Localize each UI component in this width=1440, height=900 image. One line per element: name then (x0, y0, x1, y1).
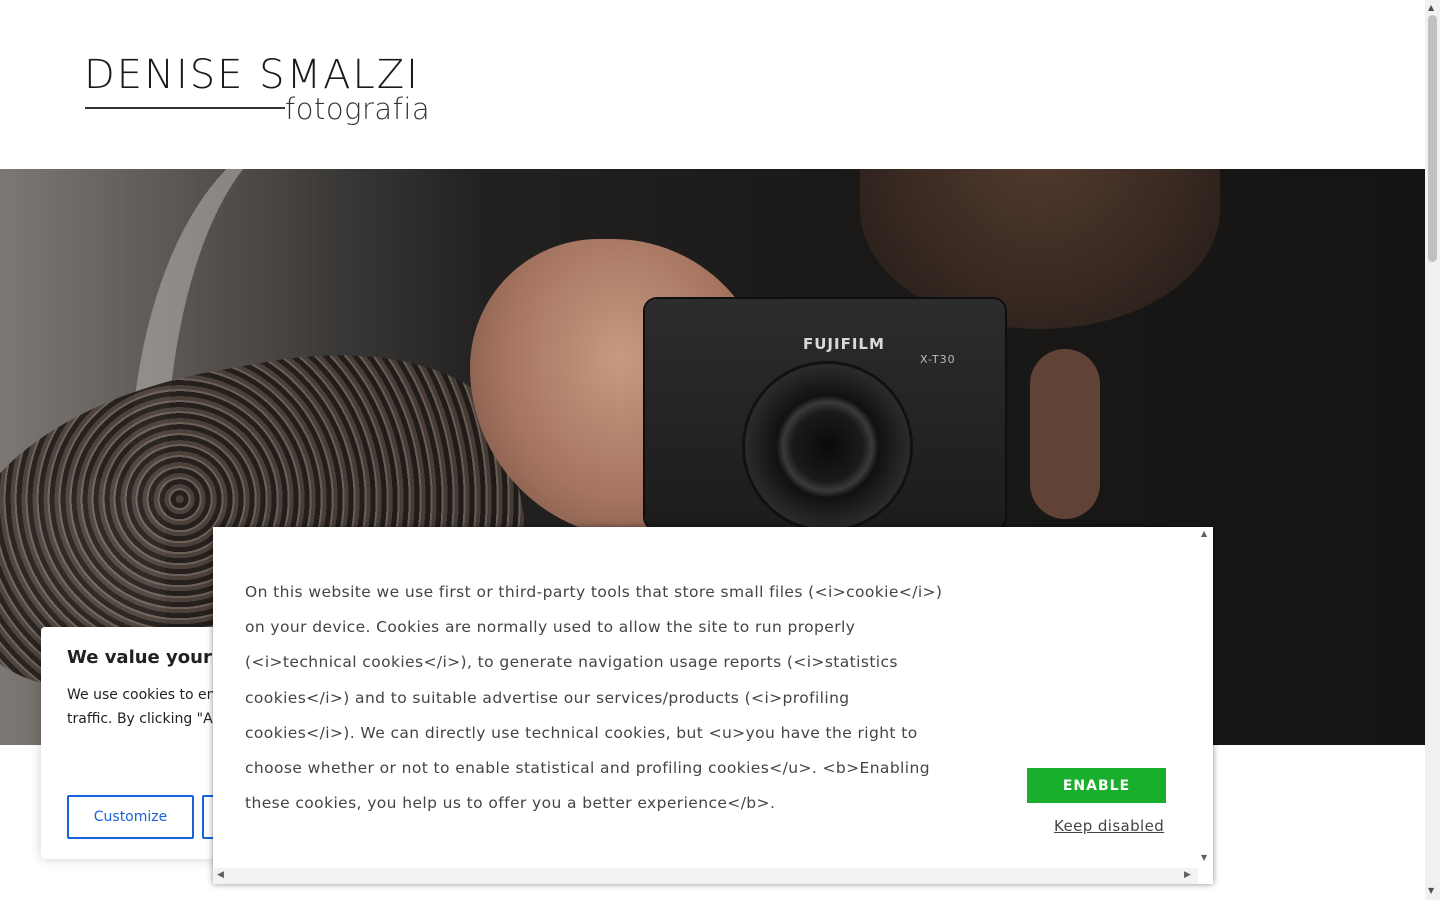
cookie-modal-text: On this website we use first or third-pa… (245, 583, 943, 813)
camera-lens (745, 364, 910, 529)
camera-brand: FUJIFILM (803, 335, 885, 353)
hero-finger (1030, 349, 1100, 519)
modal-scroll-down-icon[interactable]: ▼ (1201, 853, 1207, 862)
camera-model: X-T30 (920, 353, 956, 366)
consent-title: We value your (67, 647, 212, 668)
scroll-up-icon[interactable]: ▲ (1428, 3, 1434, 12)
site-logo[interactable]: DENISE SMALZI fotografia (84, 52, 434, 132)
logo-subtitle: fotografia (285, 92, 431, 126)
modal-vertical-scrollbar[interactable]: ▲ ▼ (1198, 527, 1213, 868)
scroll-down-icon[interactable]: ▼ (1428, 886, 1434, 895)
modal-scroll-up-icon[interactable]: ▲ (1201, 529, 1207, 538)
logo-divider (85, 107, 285, 109)
page: DENISE SMALZI fotografia FUJIFILM X-T30 … (0, 0, 1440, 900)
keep-disabled-link[interactable]: Keep disabled (1054, 817, 1164, 835)
modal-horizontal-scrollbar[interactable]: ◀ ▶ (213, 868, 1198, 884)
modal-scroll-right-icon[interactable]: ▶ (1184, 870, 1191, 880)
cookie-modal: On this website we use first or third-pa… (213, 527, 1213, 884)
site-header: DENISE SMALZI fotografia (0, 0, 1425, 169)
customize-button[interactable]: Customize (67, 795, 194, 839)
scrollbar-thumb[interactable] (1428, 15, 1437, 262)
modal-scroll-left-icon[interactable]: ◀ (217, 870, 224, 880)
page-scrollbar[interactable]: ▲ ▼ (1425, 0, 1440, 900)
enable-button[interactable]: ENABLE (1027, 768, 1166, 803)
